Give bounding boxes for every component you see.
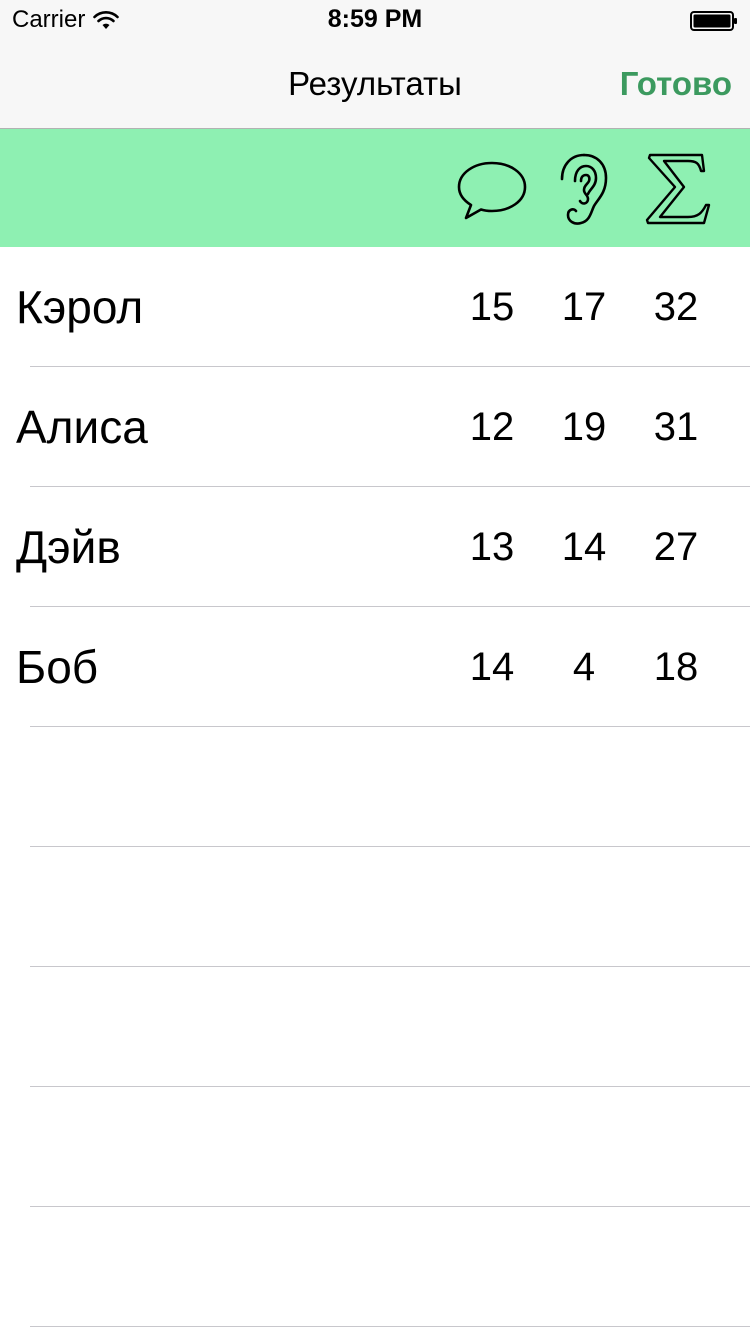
- player-name: Боб: [16, 641, 99, 693]
- speak-count: 15: [469, 285, 515, 329]
- ear-icon: [544, 151, 624, 227]
- speak-count: 12: [469, 405, 515, 449]
- total-count: 18: [653, 645, 699, 689]
- table-row[interactable]: Алиса 12 19 31: [0, 367, 750, 487]
- total-count: 31: [653, 405, 699, 449]
- status-time: 8:59 PM: [327, 5, 423, 33]
- column-header: [0, 129, 750, 247]
- empty-table-row: [0, 727, 750, 847]
- empty-table-row: [0, 847, 750, 967]
- battery-icon: [690, 11, 738, 31]
- total-count: 27: [653, 525, 699, 569]
- listen-count: 14: [561, 525, 607, 569]
- table-row[interactable]: Дэйв 13 14 27: [0, 487, 750, 607]
- total-count: 32: [653, 285, 699, 329]
- listen-count: 4: [572, 645, 596, 689]
- player-name: Кэрол: [16, 281, 144, 333]
- empty-table-row: [0, 1207, 750, 1327]
- sum-sigma-icon: [636, 151, 716, 227]
- listen-count: 17: [561, 285, 607, 329]
- done-button[interactable]: Готово: [620, 40, 732, 128]
- player-name: Дэйв: [16, 521, 121, 573]
- results-table: Кэрол 15 17 32 Алиса 12 19 31 Дэйв 13 14…: [0, 247, 750, 1327]
- empty-table-row: [0, 967, 750, 1087]
- table-row[interactable]: Боб 14 4 18: [0, 607, 750, 727]
- player-name: Алиса: [16, 401, 148, 453]
- table-row[interactable]: Кэрол 15 17 32: [0, 247, 750, 367]
- listen-count: 19: [561, 405, 607, 449]
- status-bar: Carrier 8:59 PM: [0, 0, 750, 40]
- speak-count: 13: [469, 525, 515, 569]
- empty-table-row: [0, 1087, 750, 1207]
- speech-bubble-icon: [452, 151, 532, 227]
- navigation-bar: Результаты Готово: [0, 40, 750, 129]
- results-screen: Carrier 8:59 PM Результаты Готово Кэрол …: [0, 0, 750, 1334]
- speak-count: 14: [469, 645, 515, 689]
